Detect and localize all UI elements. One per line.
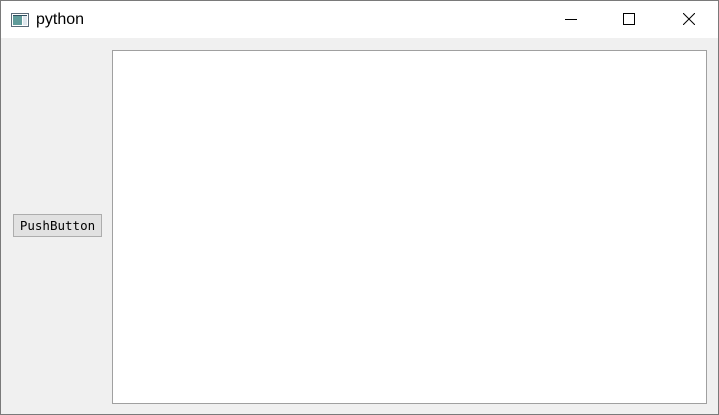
app-window-icon — [11, 12, 29, 27]
app-window: python PushButton — [0, 0, 719, 415]
title-bar[interactable]: python — [1, 1, 718, 38]
maximize-icon — [623, 10, 635, 29]
push-button[interactable]: PushButton — [13, 214, 102, 237]
client-area: PushButton — [1, 38, 718, 414]
close-button[interactable] — [660, 1, 718, 38]
maximize-button[interactable] — [600, 1, 658, 38]
minimize-icon — [565, 10, 577, 29]
plot-canvas[interactable] — [112, 50, 707, 404]
close-icon — [682, 10, 696, 29]
window-title: python — [36, 11, 85, 28]
minimize-button[interactable] — [542, 1, 600, 38]
